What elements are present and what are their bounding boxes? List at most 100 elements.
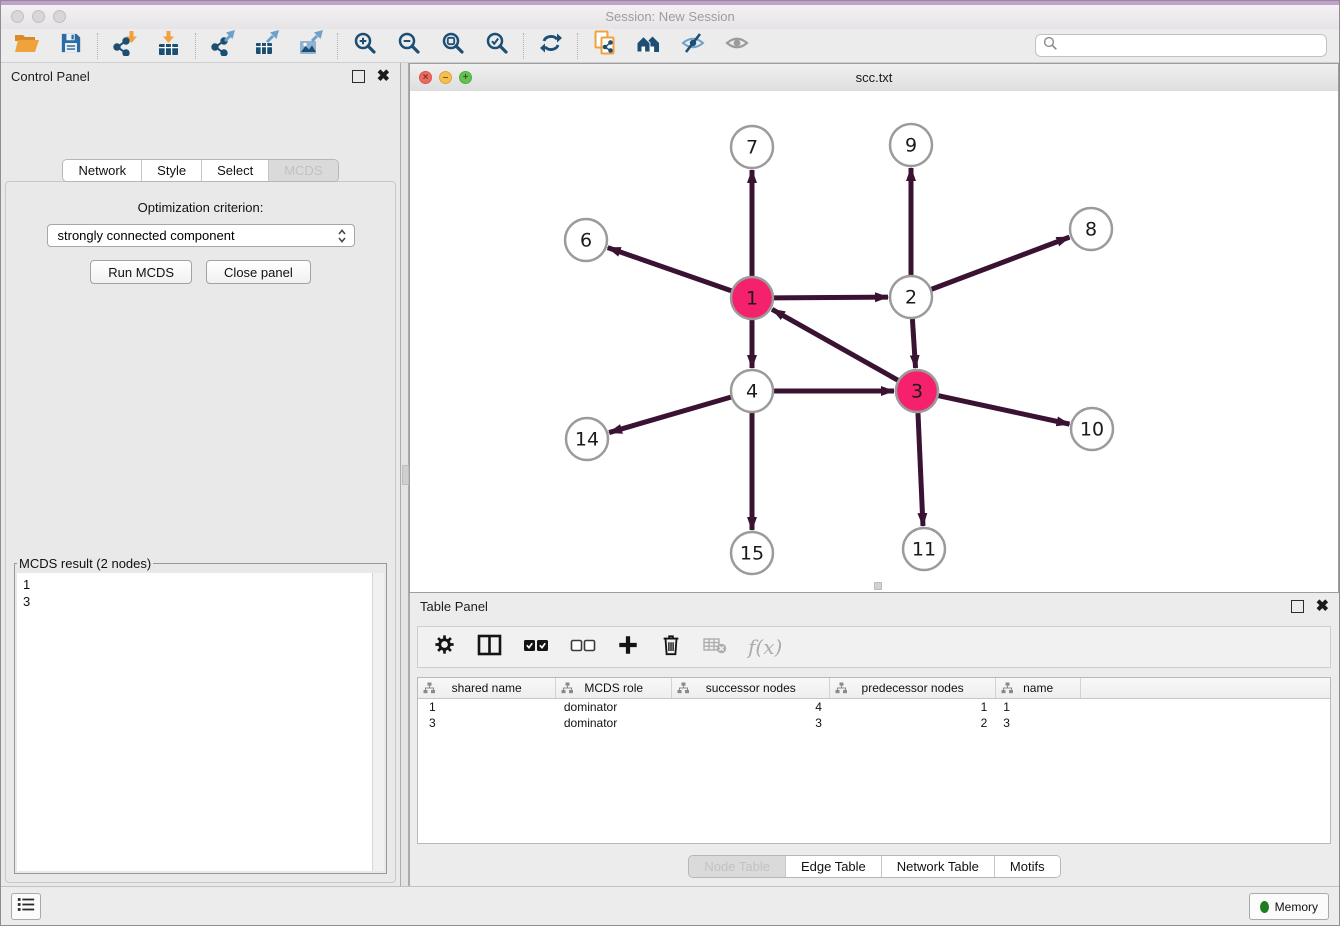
edge-4-14[interactable] xyxy=(609,397,731,432)
control-panel-title: Control Panel xyxy=(11,69,90,84)
close-window-button[interactable] xyxy=(11,10,24,23)
network-close-button[interactable]: × xyxy=(419,71,432,84)
node-3[interactable]: 3 xyxy=(896,370,938,412)
node-7[interactable]: 7 xyxy=(731,126,773,168)
divider-handle[interactable] xyxy=(402,465,409,485)
task-history-button[interactable] xyxy=(11,893,41,920)
show-all-button[interactable] xyxy=(723,32,750,59)
open-session-button[interactable] xyxy=(13,32,40,59)
edge-2-3[interactable] xyxy=(912,319,915,368)
edge-3-11[interactable] xyxy=(918,413,923,526)
tab-network-table[interactable]: Network Table xyxy=(882,856,995,877)
apply-layout-button[interactable] xyxy=(537,32,564,59)
mcds-result-lines: 1 3 xyxy=(17,573,384,613)
close-table-panel-icon[interactable]: ✖ xyxy=(1316,599,1329,615)
edge-1-2[interactable] xyxy=(774,297,888,298)
delete-table-button[interactable] xyxy=(703,635,727,660)
edge-2-8[interactable] xyxy=(932,237,1070,289)
app-window: Session: New Session xyxy=(0,0,1340,926)
panel-divider[interactable] xyxy=(401,63,409,887)
deselect-all-button[interactable] xyxy=(570,636,596,659)
select-all-button[interactable] xyxy=(523,636,549,659)
node-11[interactable]: 11 xyxy=(903,528,945,570)
node-15[interactable]: 15 xyxy=(731,532,773,574)
eye-slash-icon xyxy=(681,31,705,60)
edge-1-6[interactable] xyxy=(608,248,732,291)
column-header-shared-name[interactable]: shared name xyxy=(418,678,556,699)
search-box[interactable] xyxy=(1035,34,1327,57)
first-neighbors-button[interactable] xyxy=(635,32,662,59)
import-network-button[interactable] xyxy=(111,32,138,59)
tab-network[interactable]: Network xyxy=(63,160,142,181)
export-image-button[interactable] xyxy=(297,32,324,59)
network-window-titlebar[interactable]: × – + scc.txt xyxy=(410,64,1338,92)
mcds-result-area[interactable]: 1 3 xyxy=(17,573,384,871)
svg-text:15: 15 xyxy=(740,543,764,565)
close-panel-button[interactable]: Close panel xyxy=(206,260,311,284)
column-header-successor-nodes[interactable]: successor nodes xyxy=(672,678,830,699)
table-row[interactable]: 3dominator323 xyxy=(418,715,1330,731)
float-panel-icon[interactable] xyxy=(352,70,365,83)
table-options-button[interactable] xyxy=(433,633,456,661)
table-row[interactable]: 1dominator411 xyxy=(418,699,1330,716)
table-panel-title: Table Panel xyxy=(420,599,488,614)
column-header-predecessor-nodes[interactable]: predecessor nodes xyxy=(830,678,995,699)
gear-icon xyxy=(433,633,456,661)
delete-column-button[interactable] xyxy=(660,633,682,662)
tab-mcds[interactable]: MCDS xyxy=(269,160,337,181)
apply-function-button[interactable]: f(x) xyxy=(748,635,782,659)
zoom-selected-button[interactable] xyxy=(483,32,510,59)
canvas-resize-handle[interactable] xyxy=(874,582,882,590)
zoom-in-button[interactable] xyxy=(351,32,378,59)
svg-text:14: 14 xyxy=(575,429,599,451)
result-scrollbar[interactable] xyxy=(372,573,384,871)
table-panel-header: Table Panel ✖ xyxy=(410,593,1339,620)
tab-select[interactable]: Select xyxy=(202,160,269,181)
svg-text:6: 6 xyxy=(580,230,592,252)
node-9[interactable]: 9 xyxy=(890,124,932,166)
control-panel: Control Panel ✖ NetworkStyleSelectMCDS O… xyxy=(1,63,401,887)
search-input[interactable] xyxy=(1064,37,1319,54)
export-network-button[interactable] xyxy=(209,32,236,59)
clone-network-button[interactable] xyxy=(591,32,618,59)
minimize-window-button[interactable] xyxy=(32,10,45,23)
svg-text:9: 9 xyxy=(905,135,917,157)
optimization-criterion-dropdown[interactable]: strongly connected component xyxy=(47,224,355,247)
save-session-button[interactable] xyxy=(57,32,84,59)
import-network-icon xyxy=(112,30,138,61)
node-1[interactable]: 1 xyxy=(731,277,773,319)
tab-edge-table[interactable]: Edge Table xyxy=(786,856,882,877)
title-bar: Session: New Session xyxy=(1,1,1339,30)
show-columns-button[interactable] xyxy=(477,634,502,661)
node-14[interactable]: 14 xyxy=(566,418,608,460)
edge-3-10[interactable] xyxy=(938,396,1069,424)
node-8[interactable]: 8 xyxy=(1070,208,1112,250)
tab-style[interactable]: Style xyxy=(142,160,202,181)
maximize-window-button[interactable] xyxy=(53,10,66,23)
float-table-panel-icon[interactable] xyxy=(1291,600,1304,613)
network-canvas[interactable]: 1 2 3 4 6 7 8 9 10 11 14 15 xyxy=(410,91,1338,592)
tab-motifs[interactable]: Motifs xyxy=(995,856,1060,877)
edge-3-1[interactable] xyxy=(772,309,898,380)
node-6[interactable]: 6 xyxy=(565,219,607,261)
zoom-fit-icon xyxy=(441,31,465,60)
node-table[interactable]: shared nameMCDS rolesuccessor nodesprede… xyxy=(417,677,1331,844)
memory-label: Memory xyxy=(1275,900,1318,914)
network-maximize-button[interactable]: + xyxy=(459,71,472,84)
node-10[interactable]: 10 xyxy=(1071,408,1113,450)
memory-button[interactable]: Memory xyxy=(1249,893,1329,920)
import-table-button[interactable] xyxy=(155,32,182,59)
node-2[interactable]: 2 xyxy=(890,276,932,318)
export-table-button[interactable] xyxy=(253,32,280,59)
close-panel-icon[interactable]: ✖ xyxy=(377,69,390,85)
node-4[interactable]: 4 xyxy=(731,370,773,412)
add-column-button[interactable] xyxy=(617,634,639,661)
zoom-fit-button[interactable] xyxy=(439,32,466,59)
tab-node-table[interactable]: Node Table xyxy=(689,856,786,877)
hide-selected-button[interactable] xyxy=(679,32,706,59)
network-minimize-button[interactable]: – xyxy=(439,71,452,84)
zoom-out-button[interactable] xyxy=(395,32,422,59)
column-header-MCDS-role[interactable]: MCDS role xyxy=(556,678,672,699)
run-mcds-button[interactable]: Run MCDS xyxy=(90,260,192,284)
column-header-name[interactable]: name xyxy=(995,678,1081,699)
